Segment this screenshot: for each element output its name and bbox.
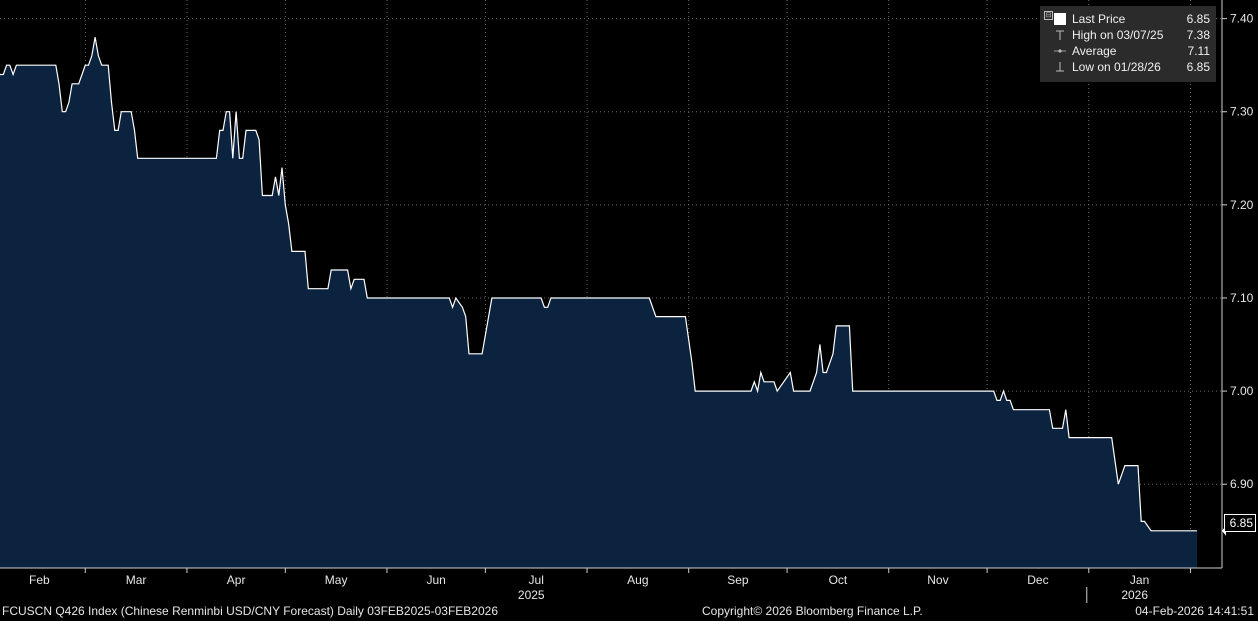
y-tick-label: 7.10	[1230, 291, 1254, 305]
footer-timestamp: 04-Feb-2026 14:41:51	[1135, 604, 1254, 618]
legend-item-last-price: Last Price 6.85	[1040, 11, 1216, 27]
x-tick-label: Jan	[1130, 573, 1149, 587]
legend-label: Average	[1072, 44, 1117, 58]
legend-label: Low on 01/28/26	[1072, 60, 1161, 74]
year-label-2026: 2026	[1121, 588, 1148, 602]
y-tick-label: 7.30	[1230, 105, 1254, 119]
price-area-fill	[0, 37, 1197, 568]
x-tick-label: Feb	[29, 573, 50, 587]
x-axis-ticks: Feb Mar Apr May Jun Jul Aug Sep Oct Nov Dec Jan 2025…	[29, 568, 1191, 603]
x-tick-label: Jun	[426, 573, 445, 587]
legend-value: 7.38	[1186, 28, 1210, 42]
x-tick-label: Sep	[727, 573, 749, 587]
y-tick-label: 7.40	[1230, 12, 1254, 26]
legend-value: 6.85	[1186, 60, 1210, 74]
high-marker-icon	[1056, 30, 1064, 40]
x-tick-label: Apr	[227, 573, 246, 587]
legend-value: 6.85	[1186, 12, 1210, 26]
y-tick-label: 7.00	[1230, 384, 1254, 398]
x-tick-label: May	[325, 573, 348, 587]
y-tick-label: 6.90	[1230, 477, 1254, 491]
x-tick-label: Dec	[1027, 573, 1048, 587]
y-axis-ticks: 7.40 7.30 7.20 7.10 7.00 6.90	[1222, 12, 1254, 536]
price-chart: 7.40 7.30 7.20 7.10 7.00 6.90 Feb Mar Apr May Jun…	[0, 0, 1254, 603]
chart-legend: ⊟ Last Price 6.85 High on 03/07/25 7.38 …	[1040, 6, 1216, 82]
year-label-2025: 2025	[518, 588, 545, 602]
square-marker-icon	[1054, 13, 1066, 25]
average-marker-icon	[1054, 49, 1066, 53]
y-tick-label: 7.20	[1230, 198, 1254, 212]
x-tick-label: Jul	[529, 573, 544, 587]
legend-label: High on 03/07/25	[1072, 28, 1164, 42]
legend-label: Last Price	[1072, 12, 1126, 26]
legend-item-high: High on 03/07/25 7.38	[1040, 27, 1216, 43]
footer-copyright: Copyright© 2026 Bloomberg Finance L.P.	[702, 604, 923, 618]
legend-item-low: Low on 01/28/26 6.85	[1040, 59, 1216, 75]
legend-value: 7.11	[1187, 44, 1210, 58]
x-tick-label: Oct	[829, 573, 848, 587]
x-tick-label: Nov	[927, 573, 948, 587]
footer-security-description: FCUSCN Q426 Index (Chinese Renminbi USD/…	[2, 604, 498, 618]
x-tick-label: Mar	[126, 573, 147, 587]
legend-item-average: Average 7.11	[1040, 43, 1216, 59]
last-price-tag: 6.85	[1224, 514, 1256, 532]
x-tick-label: Aug	[627, 573, 648, 587]
low-marker-icon	[1056, 62, 1064, 72]
